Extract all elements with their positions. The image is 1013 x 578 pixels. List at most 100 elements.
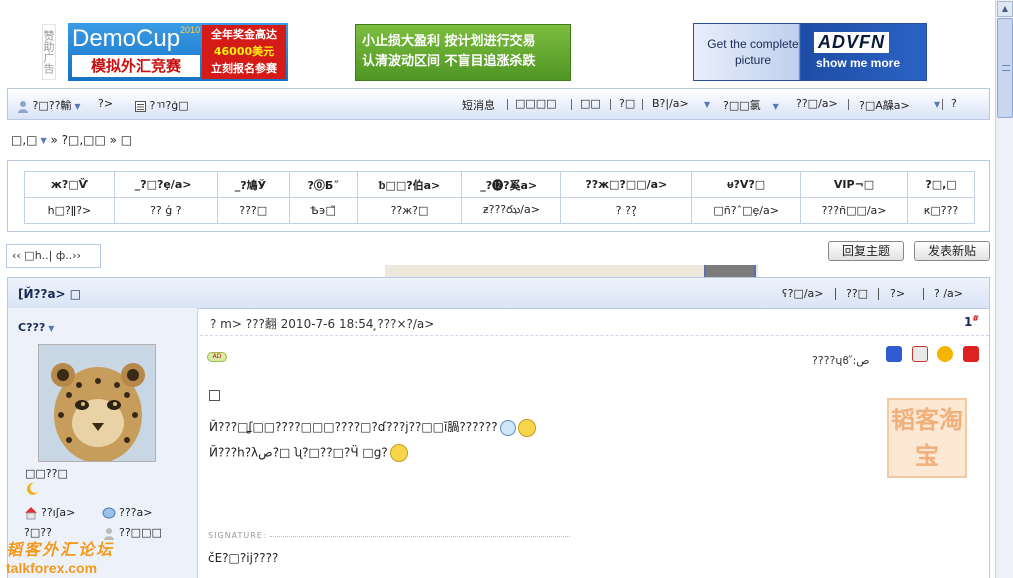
nav-item-f[interactable]: ?□A髞a> <box>859 97 910 113</box>
forum-link[interactable]: ???ñ□□/a> <box>800 197 908 224</box>
pagination[interactable]: ‹‹ □h..| ф..›› <box>6 244 101 268</box>
advfn-ad-banner[interactable]: Get the complete picture ADVFN show me mo… <box>693 23 927 81</box>
reply-button[interactable]: 回复主题 <box>828 241 904 261</box>
democup-prize-box: 全年奖金高达 46000美元 立刻报名参赛 <box>202 25 286 79</box>
forum-link[interactable]: ???□ <box>216 197 290 224</box>
moon-icon <box>26 482 38 495</box>
democup-cn-title: 模拟外汇竞赛 <box>72 55 200 77</box>
nav-item-d-label: ?□□氯 <box>723 99 761 112</box>
qq-share-icon[interactable] <box>937 346 953 362</box>
nav-divider <box>878 288 879 300</box>
nav-item-a[interactable]: □□ <box>580 97 601 110</box>
post-meta-bar: ? m> ???翿 2010-7-6 18:54 ̧???×?/a> 1# <box>200 308 989 336</box>
forum-link[interactable]: ᵾ?V?□ <box>691 171 802 198</box>
democup-title: DemoCup2010 <box>72 25 201 52</box>
scroll-up-arrow-icon[interactable]: ▲ <box>997 1 1013 17</box>
forum-link[interactable]: ᵬ□□?伯a> <box>356 171 463 198</box>
nav-item-2[interactable]: ?> <box>98 97 113 110</box>
forum-link[interactable]: ??ж□?□□/a> <box>560 171 693 198</box>
chevron-down-icon[interactable]: ▼ <box>931 97 940 110</box>
thread-action-4[interactable]: ? /a> <box>934 287 963 300</box>
forum-link[interactable]: ж?□Ѷ <box>24 171 115 198</box>
signature-text: čЕ?□?ij???? <box>208 551 279 565</box>
grin-emoji-icon <box>517 418 536 437</box>
ad-badge: AD <box>207 352 227 362</box>
forum-link[interactable]: VIP¬□ <box>800 171 908 198</box>
chevron-down-icon: ▼ <box>74 101 81 111</box>
user-menu[interactable]: ?□??輸 ▼ <box>17 97 81 113</box>
nav-divider <box>942 99 943 110</box>
scrollbar-thumb[interactable] <box>997 18 1013 118</box>
message-icon <box>102 507 116 519</box>
forum-link[interactable]: ?□,□ <box>907 171 975 198</box>
user-menu-label: ?□??輸 <box>32 99 72 112</box>
democup-ad-banner[interactable]: DemoCup2010 模拟外汇竞赛 全年奖金高达 46000美元 立刻报名参赛 <box>68 23 288 81</box>
table-row: ж?□Ѷ ̲?□?ȩ/a> ̲?鳩Ў ?⓪Ƃ˝ ᵬ□□?伯a> ̲?⓬?奚a> … <box>24 171 975 198</box>
breadcrumb-path[interactable]: » ?□,□□ » □ <box>50 133 132 147</box>
forum-link[interactable]: h□?ǁ?> <box>24 197 115 224</box>
thread-title: [Й??a> □ <box>18 287 82 301</box>
post-line-1-text: Й???□ʆ□□????□□□????□?ɗ???j??□□ĭ腡?????? <box>209 420 498 434</box>
user-link-2[interactable]: ???a> <box>102 506 152 520</box>
nav-divider <box>642 99 643 110</box>
share-icon[interactable] <box>911 346 928 362</box>
thread-action-2[interactable]: ??□ <box>846 287 868 300</box>
prize-amount: 46000美元 <box>213 45 275 58</box>
chevron-down-icon[interactable]: ▼ <box>41 136 47 145</box>
top-navbar: ?□??輸 ▼ ?> ?ㄲ?ģ□ 短消息 □□□□ □□ ?□ B?|/a> ▼ … <box>7 88 990 120</box>
forum-link[interactable]: ?⓪Ƃ˝ <box>288 171 358 198</box>
forum-link[interactable]: Ѣ϶□̃ <box>288 197 358 224</box>
post-line-2-text: Й???h?λص?□ ʯ?□??□?Ӵ □g? <box>209 445 388 460</box>
watermark-en: talkforex.com <box>6 560 98 576</box>
forum-link[interactable]: ƶ???ఝ/a> <box>461 197 562 224</box>
forum-link[interactable]: ? ??̧ <box>560 197 693 224</box>
nav-item-box[interactable]: □□□□ <box>515 97 557 110</box>
signature-label: SIGNATURE: <box>208 531 267 540</box>
post-checkbox[interactable] <box>209 390 220 401</box>
taobao-stamp-logo[interactable]: 韬客淘宝 <box>887 398 967 478</box>
chevron-down-icon[interactable]: ▼ <box>701 97 710 110</box>
nav-item-d[interactable]: ?□□氯 ▼ <box>723 97 779 113</box>
table-row: h□?ǁ?> ?? ǵ ? ???□ Ѣ϶□̃ ??ж?□ ƶ???ఝ/a> ?… <box>24 197 975 224</box>
forum-link[interactable]: ?? ǵ ? <box>113 197 218 224</box>
forum-link[interactable]: ̲?⓬?奚a> <box>461 171 562 198</box>
nav-divider <box>507 99 508 110</box>
breadcrumb-home[interactable]: □,□ <box>11 133 38 147</box>
user-link-1[interactable]: ??ıʃa> <box>24 506 75 520</box>
trading-ad-banner[interactable]: 小止损大盈利 按计划进行交易 认清波动区间 不盲目追涨杀跌 <box>355 24 571 81</box>
nav-item-g[interactable]: ? <box>951 97 957 110</box>
short-message-link[interactable]: 短消息 <box>462 97 495 113</box>
forum-link[interactable]: □ñ?ˆ□ȩ/a> <box>691 197 802 224</box>
trading-ad-line1: 小止损大盈利 按计划进行交易 <box>362 34 536 49</box>
advfn-ad-text: Get the complete picture <box>707 37 799 67</box>
forum-link[interactable]: ??ж?□ <box>356 197 463 224</box>
thread-action-1[interactable]: ʕ?□/a> <box>782 287 824 300</box>
democup-year: 2010 <box>180 25 201 35</box>
post-author-name[interactable]: C??? ▼ <box>18 321 54 334</box>
post-meta-text: ? m> ???翿 2010-7-6 18:54 ̧???×?/a> <box>210 317 435 331</box>
forum-links-panel: ж?□Ѷ ̲?□?ȩ/a> ̲?鳩Ў ?⓪Ƃ˝ ᵬ□□?伯a> ̲?⓬?奚a> … <box>7 160 990 232</box>
nav-item-3[interactable]: ?ㄲ?ģ□ <box>135 97 189 113</box>
avatar[interactable] <box>38 344 156 462</box>
weibo-share-icon[interactable] <box>962 346 979 362</box>
post: C??? ▼ □□??□ ??ıʃa> ???a> ?□?? ??□□□ ? m… <box>7 308 990 578</box>
chevron-down-icon: ▼ <box>772 101 779 111</box>
grip-icon <box>1002 65 1010 71</box>
post-floor-number[interactable]: 1# <box>964 314 979 329</box>
forum-link[interactable]: ԟ□??? <box>907 197 975 224</box>
forum-link[interactable]: ̲?鳩Ў <box>216 171 290 198</box>
new-post-button[interactable]: 发表新贴 <box>914 241 990 261</box>
nav-item-3-label: ?ㄲ?ģ□ <box>149 99 189 112</box>
thread-action-3[interactable]: ?> <box>890 287 905 300</box>
vertical-scrollbar[interactable]: ▲ <box>995 0 1013 578</box>
thread-header: [Й??a> □ ʕ?□/a> ??□ ?> ? /a> <box>7 277 990 309</box>
baidu-share-icon[interactable] <box>886 346 902 362</box>
watermark-cn: 韬客外汇论坛 <box>6 540 115 559</box>
nav-item-b[interactable]: ?□ <box>619 97 635 110</box>
nav-item-c[interactable]: B?|/a> <box>652 97 689 110</box>
nav-divider <box>571 99 572 110</box>
breadcrumb: □,□ ▼ » ?□,□□ » □ <box>11 133 132 147</box>
user-icon <box>18 100 28 113</box>
nav-item-e[interactable]: ??□/a> <box>796 97 838 110</box>
forum-link[interactable]: ̲?□?ȩ/a> <box>113 171 218 198</box>
